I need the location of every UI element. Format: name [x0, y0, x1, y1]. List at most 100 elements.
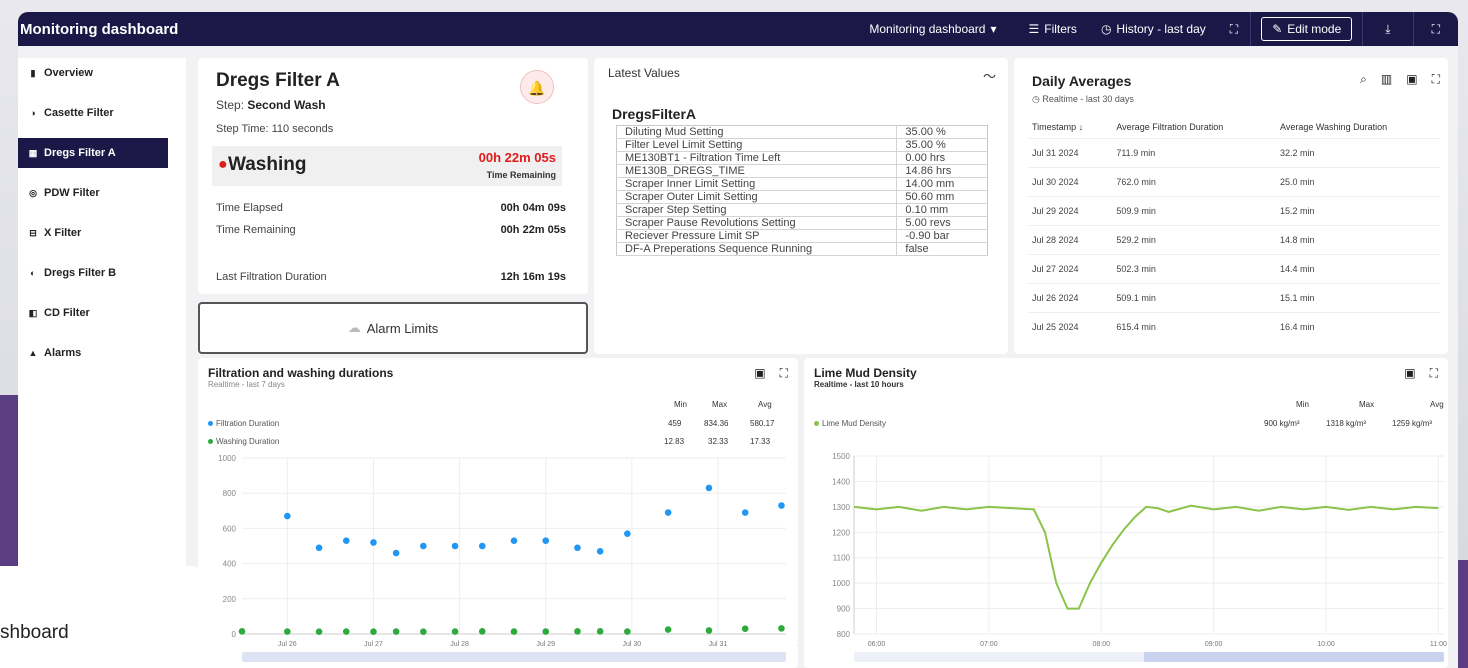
data-point: [741, 625, 749, 633]
latest-values-title: Latest Values: [608, 66, 680, 80]
sidebar-item[interactable]: ◐ Dregs Filter B: [18, 258, 186, 288]
kv-value: 00h 04m 09s: [500, 202, 566, 214]
legend-item[interactable]: Washing Duration: [208, 437, 279, 446]
export-icon[interactable]: ▣: [754, 366, 765, 381]
filters-button[interactable]: ☰ Filters: [1017, 22, 1089, 36]
search-icon[interactable]: ⌕: [1360, 72, 1367, 87]
column-header[interactable]: Timestamp ↓: [1028, 116, 1112, 138]
parameter-name: Scraper Pause Revolutions Setting: [616, 216, 898, 230]
trend-icon[interactable]: 〜: [983, 66, 996, 85]
data-point: [778, 502, 785, 509]
disc-icon: ◐: [30, 268, 36, 278]
status-label: Washing: [228, 154, 307, 175]
table-row[interactable]: Jul 31 2024 711.9 min 32.2 min: [1028, 137, 1440, 167]
legend-item[interactable]: Filtration Duration: [208, 419, 279, 428]
sidebar-item[interactable]: ▲ Alarms: [18, 338, 186, 368]
table-row[interactable]: Jul 26 2024 509.1 min 15.1 min: [1028, 282, 1440, 312]
table-row: ME130B_DREGS_TIME 14.86 hrs: [616, 164, 988, 178]
parameter-name: ME130BT1 - Filtration Time Left: [616, 151, 898, 165]
screen-button[interactable]: ⛶: [1218, 22, 1250, 37]
history-label: History - last day: [1116, 22, 1206, 36]
sidebar-item-label: CD Filter: [44, 307, 90, 319]
edit-mode-button[interactable]: ✎ Edit mode: [1261, 17, 1353, 41]
table-cell: 16.4 min: [1276, 311, 1440, 341]
table-row[interactable]: Jul 30 2024 762.0 min 25.0 min: [1028, 166, 1440, 196]
grid-icon: ▦: [28, 147, 38, 158]
download-icon: ⤓: [1385, 21, 1391, 36]
bell-icon[interactable]: 🔔: [520, 70, 554, 104]
fullscreen-icon[interactable]: ⛶: [1432, 72, 1440, 87]
decor-left: [0, 395, 20, 575]
sidebar-item[interactable]: ◎ PDW Filter: [18, 178, 186, 208]
fullscreen-icon[interactable]: ⛶: [1430, 366, 1438, 381]
data-point: [392, 628, 400, 635]
chart-tools: ▣ ⛶: [754, 366, 788, 381]
table-cell: 25.0 min: [1276, 166, 1440, 196]
dashboard-select[interactable]: Monitoring dashboard ▾: [857, 22, 1008, 36]
download-button[interactable]: ⤓: [1363, 22, 1412, 37]
table-row[interactable]: Jul 29 2024 509.9 min 15.2 min: [1028, 195, 1440, 225]
filtration-chart-panel: Filtration and washing durations Realtim…: [198, 358, 798, 668]
x-tick-label: Jul 29: [536, 641, 555, 648]
export-icon[interactable]: ▣: [1406, 72, 1417, 87]
stat-header-avg: Avg: [1430, 400, 1444, 409]
legend-dot-icon: [814, 421, 819, 426]
export-icon[interactable]: ▣: [1404, 366, 1415, 381]
parameter-name: Scraper Step Setting: [616, 203, 898, 217]
step-value: Second Wash: [247, 98, 326, 112]
y-tick-label: 400: [223, 560, 237, 569]
latest-values-panel: Latest Values 〜 DregsFilterA Diluting Mu…: [594, 58, 1008, 354]
parameter-value: 5.00 revs: [896, 216, 988, 230]
alarm-limits-button[interactable]: ☁ Alarm Limits: [198, 302, 588, 354]
pencil-icon: ✎: [1272, 22, 1283, 36]
data-point: [315, 544, 323, 552]
filters-label: Filters: [1044, 22, 1077, 36]
data-point: [624, 530, 631, 537]
column-header[interactable]: Average Filtration Duration: [1112, 116, 1276, 138]
latest-values-subtitle: DregsFilterA: [612, 106, 697, 122]
sidebar-item[interactable]: ▦ Dregs Filter A: [18, 138, 168, 168]
parameter-name: Filter Level Limit Setting: [616, 138, 898, 152]
topbar-actions: Monitoring dashboard ▾ ☰ Filters ◷ Histo…: [857, 12, 1458, 46]
data-point: [451, 628, 459, 635]
sidebar-item[interactable]: ⊟ X Filter: [18, 218, 186, 248]
legend-label: Washing Duration: [216, 437, 280, 446]
table-row[interactable]: Jul 28 2024 529.2 min 14.8 min: [1028, 224, 1440, 254]
x-tick-label: 07:00: [980, 641, 998, 648]
table-cell: Jul 29 2024: [1028, 195, 1113, 225]
step-time: Step Time: 110 seconds: [216, 123, 334, 135]
data-point: [741, 509, 749, 516]
table-row[interactable]: Jul 27 2024 502.3 min 14.4 min: [1028, 253, 1440, 283]
parameter-value: 14.00 mm: [896, 177, 988, 191]
table-row[interactable]: Jul 25 2024 615.4 min 16.4 min: [1028, 311, 1440, 341]
x-tick-label: 06:00: [868, 641, 886, 648]
fullscreen-icon[interactable]: ⛶: [780, 366, 788, 381]
lime-mud-chart-panel: Lime Mud Density Realtime - last 10 hour…: [804, 358, 1448, 668]
sidebar-item[interactable]: ◑ Casette Filter: [18, 98, 186, 128]
dashboard-select-label: Monitoring dashboard: [869, 22, 986, 36]
legend-item[interactable]: Lime Mud Density: [814, 419, 886, 428]
fullscreen-button[interactable]: ⛶: [1414, 22, 1458, 37]
data-point: [624, 628, 631, 635]
legend-label: Filtration Duration: [216, 419, 280, 428]
stat-max: 834.36: [704, 419, 729, 428]
sidebar-item[interactable]: ◧ CD Filter: [18, 298, 186, 328]
columns-icon[interactable]: ▥: [1381, 72, 1392, 87]
data-point: [370, 628, 377, 636]
sidebar-item-label: Alarms: [44, 347, 82, 359]
table-cell: 15.1 min: [1276, 282, 1440, 312]
sidebar-item-label: X Filter: [44, 227, 82, 239]
circle-icon: ◎: [29, 187, 37, 198]
data-point: [420, 628, 427, 636]
parameter-value: -0.90 bar: [896, 229, 988, 243]
column-header[interactable]: Average Washing Duration: [1276, 116, 1440, 138]
sidebar-item[interactable]: ▮ Overview: [18, 58, 186, 88]
stat-max: 1318 kg/m³: [1326, 419, 1367, 428]
overlay-card: shboard: [0, 566, 212, 668]
caret-down-icon: ▾: [990, 22, 997, 36]
history-button[interactable]: ◷ History - last day: [1089, 22, 1218, 36]
y-tick-label: 1200: [832, 528, 850, 537]
data-point: [596, 628, 604, 635]
parameter-value: 50.60 mm: [896, 190, 988, 204]
data-point: [420, 542, 427, 550]
